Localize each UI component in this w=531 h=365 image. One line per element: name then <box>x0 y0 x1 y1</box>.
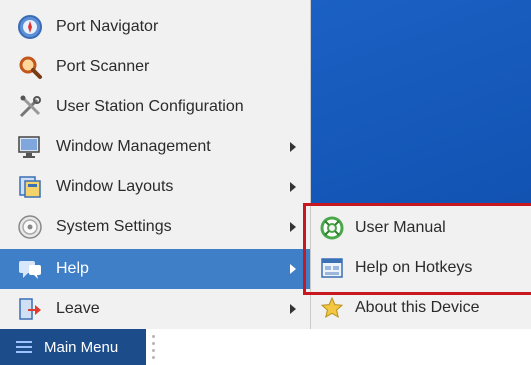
help-submenu: User Manual Help on Hotkeys About this D… <box>311 206 531 329</box>
menu-item-window-layouts[interactable]: Window Layouts <box>0 167 310 207</box>
menu-item-leave[interactable]: Leave <box>0 289 310 329</box>
tools-icon <box>16 93 44 121</box>
menu-item-system-settings[interactable]: System Settings <box>0 207 310 247</box>
lifebuoy-icon <box>319 215 345 241</box>
layouts-icon <box>16 173 44 201</box>
star-icon <box>319 295 345 321</box>
settings-dial-icon <box>16 213 44 241</box>
compass-icon <box>16 13 44 41</box>
magnifier-icon <box>16 53 44 81</box>
taskbar-grip-handle[interactable] <box>150 335 156 359</box>
menu-item-label: Window Layouts <box>56 178 174 195</box>
submenu-arrow-icon <box>290 264 296 274</box>
menu-item-label: System Settings <box>56 218 172 235</box>
submenu-arrow-icon <box>290 304 296 314</box>
main-menu-button[interactable]: Main Menu <box>0 329 146 365</box>
submenu-arrow-icon <box>290 142 296 152</box>
menu-item-label: Leave <box>56 300 100 317</box>
submenu-arrow-icon <box>290 222 296 232</box>
submenu-item-label: About this Device <box>355 299 480 316</box>
menu-item-user-station-configuration[interactable]: User Station Configuration <box>0 87 310 127</box>
monitor-icon <box>16 133 44 161</box>
menu-item-help[interactable]: Help <box>0 249 310 289</box>
submenu-item-about-this-device[interactable]: About this Device <box>311 288 531 328</box>
menu-item-label: Port Scanner <box>56 58 150 75</box>
menu-item-label: Port Navigator <box>56 18 159 35</box>
menu-item-port-scanner[interactable]: Port Scanner <box>0 47 310 87</box>
submenu-item-label: User Manual <box>355 219 446 236</box>
submenu-arrow-icon <box>290 182 296 192</box>
submenu-item-label: Help on Hotkeys <box>355 259 473 276</box>
menu-item-label: Window Management <box>56 138 211 155</box>
keyboard-window-icon <box>319 255 345 281</box>
help-speech-icon <box>16 255 44 283</box>
menu-item-label: User Station Configuration <box>56 98 244 115</box>
main-menu-label: Main Menu <box>44 338 119 356</box>
leave-arrow-icon <box>16 295 44 323</box>
menu-item-label: Help <box>56 260 89 277</box>
menu-item-port-navigator[interactable]: Port Navigator <box>0 7 310 47</box>
menu-item-window-management[interactable]: Window Management <box>0 127 310 167</box>
submenu-item-user-manual[interactable]: User Manual <box>311 208 531 248</box>
hamburger-icon <box>16 341 32 353</box>
submenu-item-help-on-hotkeys[interactable]: Help on Hotkeys <box>311 248 531 288</box>
main-menu: Port Navigator Port Scanner User Station… <box>0 0 311 329</box>
